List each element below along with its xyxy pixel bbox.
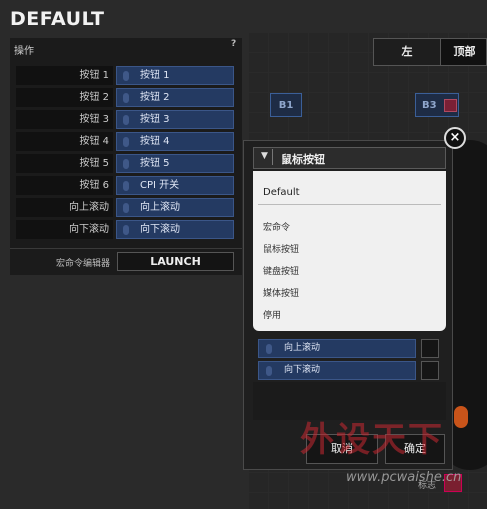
close-icon[interactable]: ×: [444, 127, 466, 149]
row-label: 按钮 6: [16, 176, 113, 195]
menu-item-mouse-button[interactable]: 鼠标按钮: [263, 242, 299, 255]
scroll-up-row[interactable]: 向上滚动: [258, 339, 416, 358]
mouse-icon: [123, 181, 129, 191]
row-button-label: 按钮 5: [140, 158, 170, 169]
row-label: 向上滚动: [16, 198, 113, 217]
mouse-icon: [123, 225, 129, 235]
color-swatch: [444, 99, 457, 112]
menu-item-macro[interactable]: 宏命令: [263, 220, 290, 233]
mouse-icon: [266, 344, 272, 354]
watermark-logo: 外设天下: [300, 420, 444, 460]
menu-item-disable[interactable]: 停用: [263, 308, 281, 321]
row-label: 向下滚动: [16, 220, 113, 239]
scroll-down-label: 向下滚动: [284, 365, 321, 375]
dropdown-menu: Default 宏命令 鼠标按钮 键盘按钮 媒体按钮 停用: [253, 171, 446, 331]
button-b1-marker[interactable]: B1: [270, 93, 302, 117]
mouse-led: [454, 406, 468, 428]
mouse-icon: [123, 137, 129, 147]
scroll-up-label: 向上滚动: [284, 343, 321, 353]
mouse-icon: [123, 159, 129, 169]
row-button-scroll-up[interactable]: 向上滚动: [116, 198, 234, 217]
row-button-label: 向下滚动: [140, 224, 180, 235]
row-button-scroll-down[interactable]: 向下滚动: [116, 220, 234, 239]
tab-top[interactable]: 顶部: [441, 39, 487, 65]
row-label: 按钮 5: [16, 154, 113, 173]
row-button-1[interactable]: 按钮 1: [116, 66, 234, 85]
mouse-icon: [123, 203, 129, 213]
button-b3-marker[interactable]: B3: [415, 93, 459, 117]
macro-editor-label: 宏命令编辑器: [55, 259, 110, 269]
scroll-up-checkbox[interactable]: [421, 339, 439, 358]
row-button-label: CPI 开关: [140, 180, 180, 191]
watermark-url: www.pcwaishe.cn: [346, 470, 462, 485]
row-button-3[interactable]: 按钮 3: [116, 110, 234, 129]
mouse-icon: [123, 93, 129, 103]
row-button-2[interactable]: 按钮 2: [116, 88, 234, 107]
menu-item-keyboard-button[interactable]: 键盘按钮: [263, 264, 299, 277]
dropdown-arrow-icon: ▼: [261, 151, 268, 161]
row-button-6[interactable]: CPI 开关: [116, 176, 234, 195]
tab-left[interactable]: 左: [374, 39, 441, 65]
row-button-label: 按钮 3: [140, 114, 170, 125]
dropdown-selected: 鼠标按钮: [281, 153, 325, 166]
menu-divider: [258, 204, 441, 205]
help-icon[interactable]: ?: [231, 39, 236, 49]
menu-item-default[interactable]: Default: [263, 187, 300, 198]
row-button-label: 向上滚动: [140, 202, 180, 213]
dropdown-divider: [272, 149, 273, 165]
row-button-4[interactable]: 按钮 4: [116, 132, 234, 151]
launch-button[interactable]: LAUNCH: [117, 252, 234, 271]
b3-label: B3: [422, 100, 437, 111]
row-button-5[interactable]: 按钮 5: [116, 154, 234, 173]
mouse-icon: [266, 366, 272, 376]
row-label: 按钮 4: [16, 132, 113, 151]
row-button-label: 按钮 2: [140, 92, 170, 103]
row-button-label: 按钮 1: [140, 70, 170, 81]
page-title: DEFAULT: [10, 8, 105, 30]
menu-item-media-button[interactable]: 媒体按钮: [263, 286, 299, 299]
mouse-icon: [123, 71, 129, 81]
row-label: 按钮 2: [16, 88, 113, 107]
row-label: 按钮 3: [16, 110, 113, 129]
mouse-icon: [123, 115, 129, 125]
row-button-label: 按钮 4: [140, 136, 170, 147]
view-tabs: 左 顶部: [373, 38, 487, 66]
row-label: 按钮 1: [16, 66, 113, 85]
scroll-down-checkbox[interactable]: [421, 361, 439, 380]
scroll-down-row[interactable]: 向下滚动: [258, 361, 416, 380]
panel-header: 操作: [14, 46, 34, 57]
